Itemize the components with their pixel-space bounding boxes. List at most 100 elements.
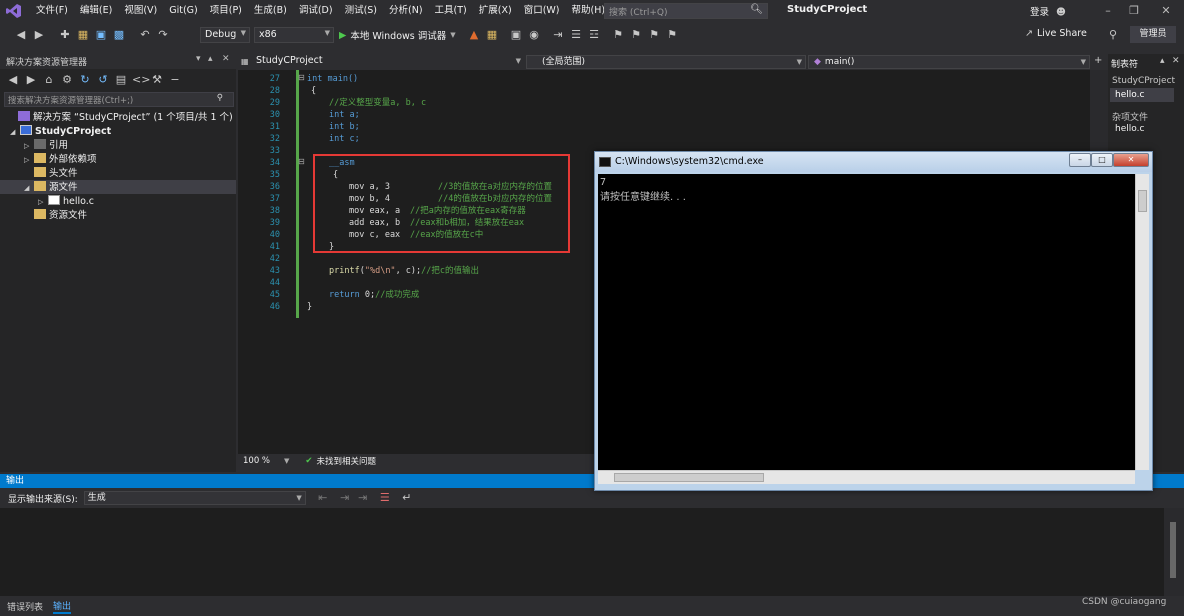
doc-tab-project[interactable]: StudyCProject [238, 54, 398, 69]
tree-references[interactable]: ▷ 引用 [24, 139, 68, 152]
tree-external-deps[interactable]: ▷ 外部依赖项 [24, 153, 97, 166]
chevron-down-icon[interactable]: ▼ [284, 457, 289, 465]
home-icon[interactable]: ⌂ [42, 73, 56, 87]
menu-project[interactable]: 项目(P) [204, 0, 248, 22]
flame-icon[interactable]: ▲ [467, 28, 481, 42]
search-box[interactable]: 搜索 (Ctrl+Q) 🔍︎ [604, 3, 768, 19]
live-share-button[interactable]: ↗ Live Share [1025, 28, 1087, 39]
console-body[interactable] [598, 174, 1135, 470]
find-icon[interactable]: ⇥ [356, 491, 370, 505]
back-icon[interactable]: ◀ [14, 28, 28, 42]
close-button[interactable]: ✕ [1153, 2, 1179, 20]
camera-icon[interactable]: ◉ [527, 28, 541, 42]
bookmark-clear-icon[interactable]: ⚑ [665, 28, 679, 42]
clear-all-icon[interactable]: ☰ [378, 491, 392, 505]
collapse-toggle-icon[interactable]: ⊟ [298, 73, 305, 82]
console-minimize-button[interactable]: – [1069, 153, 1091, 167]
function-select[interactable]: ◆ main() ▼ [808, 55, 1090, 69]
minus-icon[interactable]: − [168, 73, 182, 87]
tree-solution[interactable]: 解决方案 “StudyCProject” (1 个项目/共 1 个) [8, 111, 233, 124]
menu-git[interactable]: Git(G) [163, 0, 204, 22]
bottom-tab-bar: 错误列表 输出 [0, 597, 1184, 616]
zoom-level[interactable]: 100 % [243, 456, 270, 466]
undo-icon[interactable]: ↶ [138, 28, 152, 42]
screen-icon[interactable]: ▣ [509, 28, 523, 42]
collapse-icon[interactable]: ▤ [114, 73, 128, 87]
properties-icon[interactable]: ⚒ [150, 73, 164, 87]
tab-output[interactable]: 输出 [53, 599, 72, 614]
console-vertical-scrollbar[interactable] [1135, 174, 1149, 470]
bookmark-prev-icon[interactable]: ⚑ [629, 28, 643, 42]
step-icon[interactable]: ⇥ [551, 28, 565, 42]
split-add-icon[interactable]: + [1094, 55, 1102, 66]
console-maximize-button[interactable]: □ [1091, 153, 1113, 167]
save-icon[interactable]: ▣ [94, 28, 108, 42]
menu-test[interactable]: 测试(S) [339, 0, 383, 22]
minimize-button[interactable]: – [1095, 2, 1121, 20]
maximize-button[interactable]: ❐ [1121, 2, 1147, 20]
switch-view-icon[interactable]: ⚙ [60, 73, 74, 87]
new-project-icon[interactable]: ✚ [58, 28, 72, 42]
output-source-select[interactable]: 生成 ▼ [83, 491, 306, 505]
comment-icon[interactable]: ☰ [569, 28, 583, 42]
close-icon[interactable]: ✕ [222, 54, 230, 64]
collapse-toggle-icon[interactable]: ⊟ [298, 157, 305, 166]
tree-resource-files[interactable]: 资源文件 [24, 209, 87, 222]
menu-extensions[interactable]: 扩展(X) [473, 0, 518, 22]
solution-search-input[interactable]: 搜索解决方案资源管理器(Ctrl+;) ⚲ [4, 92, 234, 107]
scroll-thumb[interactable] [614, 473, 764, 482]
forward-icon[interactable]: ▶ [24, 73, 38, 87]
save-all-icon[interactable]: ▩ [112, 28, 126, 42]
word-wrap-icon[interactable]: ↵ [400, 491, 414, 505]
bookmark-next-icon[interactable]: ⚑ [647, 28, 661, 42]
menu-view[interactable]: 视图(V) [118, 0, 163, 22]
pin-icon[interactable]: ▴ [1160, 56, 1165, 66]
output-vertical-scrollbar[interactable] [1164, 508, 1184, 596]
tab-entry-hello-c-misc[interactable]: hello.c [1115, 124, 1144, 134]
menu-file[interactable]: 文件(F) [30, 0, 74, 22]
output-content[interactable] [0, 508, 1164, 596]
line-number: 45 [269, 290, 280, 300]
back-icon[interactable]: ◀ [6, 73, 20, 87]
line-number: 44 [269, 278, 280, 288]
tree-hello-c[interactable]: ▷ hello.c [38, 195, 94, 208]
menu-analyze[interactable]: 分析(N) [383, 0, 429, 22]
goto-prev-icon[interactable]: ⇤ [316, 491, 330, 505]
login-link[interactable]: 登录 ☻ [1030, 4, 1066, 18]
feedback-icon[interactable]: ⚲ [1106, 28, 1120, 42]
platform-select[interactable]: x86 ▼ [254, 27, 334, 43]
menu-build[interactable]: 生成(B) [248, 0, 293, 22]
pin-icon[interactable]: ▴ [208, 54, 213, 64]
menu-tools[interactable]: 工具(T) [429, 0, 473, 22]
chevron-down-icon[interactable]: ▾ [196, 54, 201, 64]
close-icon[interactable]: ✕ [1172, 56, 1180, 66]
start-debugging-button[interactable]: ▶ 本地 Windows 调试器 ▼ [339, 27, 456, 43]
goto-next-icon[interactable]: ⇥ [338, 491, 352, 505]
nav-project-combo[interactable]: ▼ [400, 55, 524, 69]
menu-edit[interactable]: 编辑(E) [74, 0, 118, 22]
folder-icon[interactable]: ▦ [485, 28, 499, 42]
code-view-icon[interactable]: <> [132, 73, 150, 87]
sync-icon[interactable]: ↻ [78, 73, 92, 87]
redo-icon[interactable]: ↷ [156, 28, 170, 42]
uncomment-icon[interactable]: ☲ [587, 28, 601, 42]
refresh-icon[interactable]: ↺ [96, 73, 110, 87]
forward-icon[interactable]: ▶ [32, 28, 46, 42]
scroll-thumb[interactable] [1170, 522, 1176, 578]
admin-badge: 管理员 [1130, 26, 1176, 43]
tree-project[interactable]: ◢ StudyCProject [10, 125, 111, 138]
config-select[interactable]: Debug ▼ [200, 27, 250, 43]
tree-header-files[interactable]: 头文件 [24, 167, 78, 180]
scroll-thumb[interactable] [1138, 190, 1147, 212]
menu-debug[interactable]: 调试(D) [293, 0, 339, 22]
bookmark-icon[interactable]: ⚑ [611, 28, 625, 42]
tab-entry-hello-c[interactable]: hello.c [1115, 90, 1144, 100]
menu-window[interactable]: 窗口(W) [518, 0, 566, 22]
console-close-button[interactable]: ✕ [1113, 153, 1149, 167]
issues-status[interactable]: 未找到相关问题 [317, 455, 377, 467]
open-folder-icon[interactable]: ▦ [76, 28, 90, 42]
scope-select[interactable]: (全局范围) ▼ [526, 55, 806, 69]
tab-error-list[interactable]: 错误列表 [7, 600, 43, 613]
tree-source-files[interactable]: ◢ 源文件 [24, 181, 78, 194]
console-horizontal-scrollbar[interactable] [598, 470, 1135, 484]
